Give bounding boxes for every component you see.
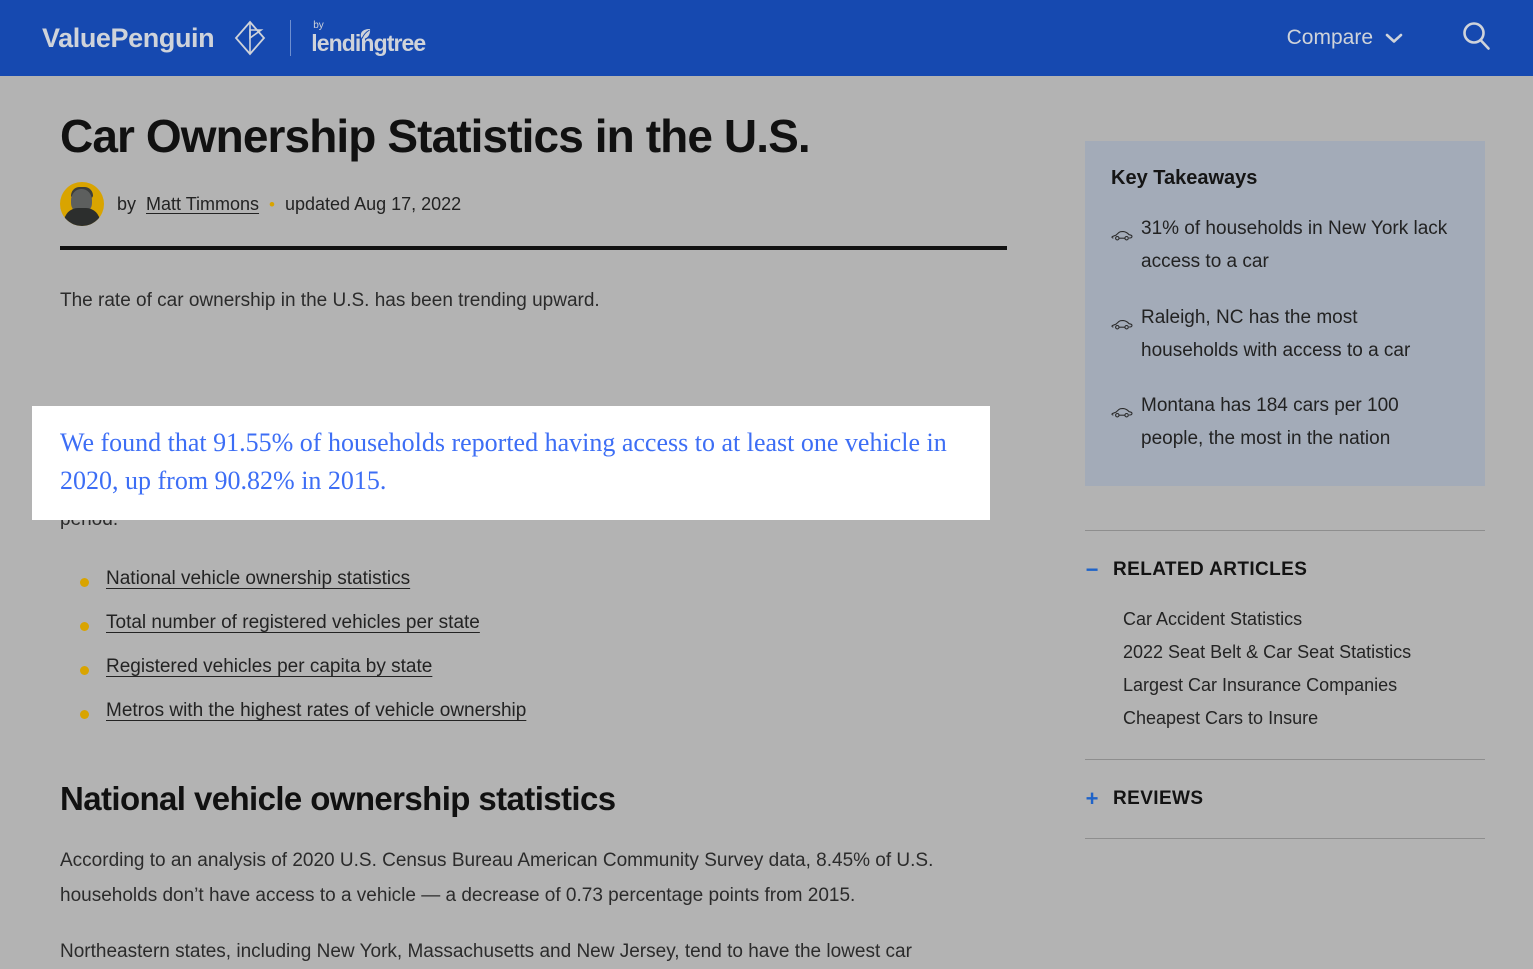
page-title: Car Ownership Statistics in the U.S. [60, 112, 1010, 160]
page-body: Car Ownership Statistics in the U.S. by … [0, 76, 1533, 969]
plus-icon: + [1085, 788, 1099, 810]
sidebar-column: Key Takeaways 31% of households in New Y… [1060, 76, 1533, 969]
car-icon [1111, 219, 1133, 252]
list-item: Metros with the highest rates of vehicle… [80, 700, 1010, 722]
list-item: National vehicle ownership statistics [80, 568, 1010, 590]
title-divider [60, 246, 1007, 250]
key-takeaways-title: Key Takeaways [1111, 167, 1459, 190]
author-avatar [60, 182, 104, 226]
reviews-title: REVIEWS [1113, 788, 1203, 810]
list-item[interactable]: Largest Car Insurance Companies [1123, 675, 1485, 696]
highlight-callout: We found that 91.55% of households repor… [32, 406, 990, 520]
site-header: ValuePenguin by lendingtree [0, 0, 1533, 76]
penguin-diamond-icon [230, 18, 270, 58]
byline-text: by Matt Timmons • updated Aug 17, 2022 [117, 194, 461, 215]
logo-divider [290, 20, 291, 56]
minus-icon: − [1085, 559, 1099, 581]
table-of-contents: National vehicle ownership statistics To… [60, 568, 1010, 722]
takeaway-text: Montana has 184 cars per 100 people, the… [1141, 389, 1459, 456]
byline-by-label: by [117, 194, 136, 215]
list-item: Total number of registered vehicles per … [80, 612, 1010, 634]
intro-paragraph: The rate of car ownership in the U.S. ha… [60, 284, 1000, 319]
lendingtree-logo: by lendingtree [311, 21, 425, 55]
list-item[interactable]: Car Accident Statistics [1123, 609, 1485, 630]
related-articles-list: Car Accident Statistics 2022 Seat Belt &… [1085, 609, 1485, 729]
chevron-down-icon [1385, 26, 1403, 50]
list-item[interactable]: Cheapest Cars to Insure [1123, 708, 1485, 729]
related-articles-section: − RELATED ARTICLES Car Accident Statisti… [1085, 531, 1485, 729]
list-item: Registered vehicles per capita by state [80, 656, 1010, 678]
related-articles-toggle[interactable]: − RELATED ARTICLES [1085, 557, 1485, 583]
list-item: 31% of households in New York lack acces… [1111, 212, 1459, 279]
sidebar-divider-bottom [1085, 838, 1485, 839]
toc-link-per-capita[interactable]: Registered vehicles per capita by state [106, 656, 432, 677]
car-icon [1111, 396, 1133, 429]
section-paragraph-1: According to an analysis of 2020 U.S. Ce… [60, 844, 1000, 913]
list-item: Raleigh, NC has the most households with… [1111, 301, 1459, 368]
section-heading: National vehicle ownership statistics [60, 780, 1010, 818]
highlight-text: We found that 91.55% of households repor… [60, 424, 962, 500]
toc-link-total-registered[interactable]: Total number of registered vehicles per … [106, 612, 480, 633]
leaf-icon [358, 22, 372, 45]
list-item: Montana has 184 cars per 100 people, the… [1111, 389, 1459, 456]
author-link[interactable]: Matt Timmons [146, 194, 259, 215]
byline: by Matt Timmons • updated Aug 17, 2022 [60, 182, 1010, 246]
section-paragraph-2: Northeastern states, including New York,… [60, 935, 1000, 969]
reviews-toggle[interactable]: + REVIEWS [1085, 786, 1485, 812]
takeaway-text: Raleigh, NC has the most households with… [1141, 301, 1459, 368]
byline-updated: updated Aug 17, 2022 [285, 194, 461, 215]
toc-link-metros[interactable]: Metros with the highest rates of vehicle… [106, 700, 526, 721]
header-actions: Compare [1287, 19, 1493, 58]
list-item[interactable]: 2022 Seat Belt & Car Seat Statistics [1123, 642, 1485, 663]
byline-separator: • [269, 196, 275, 213]
key-takeaways-card: Key Takeaways 31% of households in New Y… [1085, 141, 1485, 486]
search-icon [1459, 19, 1493, 58]
search-button[interactable] [1459, 19, 1493, 58]
avatar-body [64, 208, 100, 226]
related-articles-title: RELATED ARTICLES [1113, 559, 1307, 581]
compare-menu[interactable]: Compare [1287, 26, 1403, 50]
toc-link-national[interactable]: National vehicle ownership statistics [106, 568, 410, 589]
car-icon [1111, 308, 1133, 341]
reviews-section: + REVIEWS [1085, 760, 1485, 812]
lendingtree-wordmark: lendingtree [311, 32, 425, 55]
compare-label: Compare [1287, 26, 1373, 50]
article-column: Car Ownership Statistics in the U.S. by … [0, 76, 1060, 969]
site-logo[interactable]: ValuePenguin by lendingtree [42, 18, 425, 58]
brand-name: ValuePenguin [42, 23, 214, 54]
takeaway-text: 31% of households in New York lack acces… [1141, 212, 1459, 279]
